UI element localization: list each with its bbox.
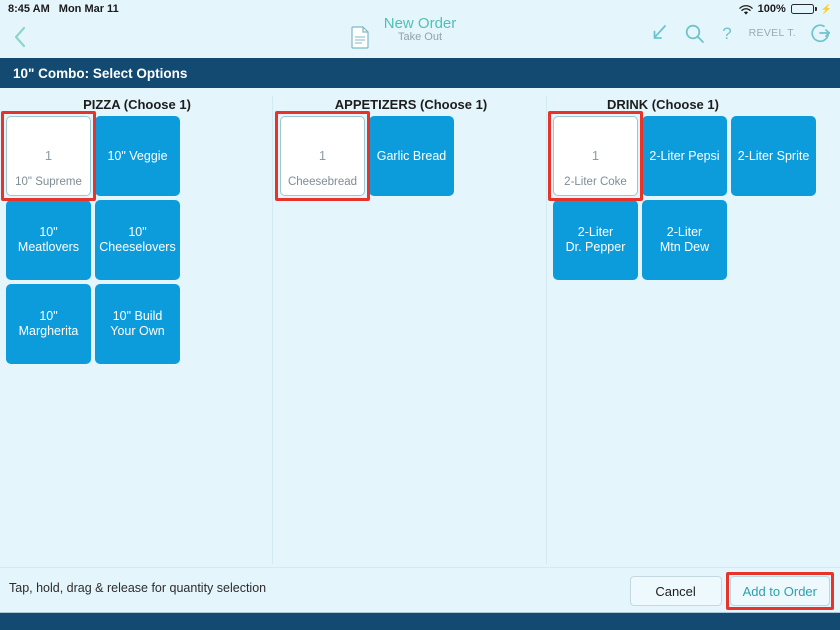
option-label: 2-Liter Coke — [554, 176, 637, 190]
diagonal-arrow-icon[interactable] — [650, 23, 670, 43]
battery-percent-label: 100% — [758, 3, 786, 15]
footer-bar: Tap, hold, drag & release for quantity s… — [0, 567, 840, 612]
option-label: 2-LiterMtn Dew — [660, 225, 709, 255]
combo-title-bar: 10" Combo: Select Options — [0, 58, 840, 88]
document-icon[interactable] — [348, 24, 372, 50]
option-label: 10"Cheeselovers — [99, 225, 175, 255]
option-tile[interactable]: 1 Cheesebread — [280, 116, 365, 196]
tile-grid-pizza: 1 10" Supreme 10" Veggie 10"Meatlovers 10"Ch… — [6, 116, 268, 364]
pos-combo-options-screen: 8:45 AM Mon Mar 11 100% ⚡ — [0, 0, 840, 630]
column-divider — [272, 96, 273, 564]
option-group-drink: DRINK (Choose 1) 1 2-Liter Coke 2-Liter Pe… — [553, 88, 835, 280]
nav-right-actions: ? REVEL T. — [650, 22, 832, 44]
option-tile[interactable]: 10"Meatlovers — [6, 200, 91, 280]
bolt-icon: ⚡ — [821, 4, 832, 15]
option-label: 10" Supreme — [7, 176, 90, 190]
option-tile[interactable]: 10"Cheeselovers — [95, 200, 180, 280]
status-date: Mon Mar 11 — [59, 3, 119, 15]
svg-text:?: ? — [722, 24, 731, 43]
option-label: 2-Liter Pepsi — [649, 149, 719, 164]
option-label: 2-LiterDr. Pepper — [566, 225, 626, 255]
option-label: 10" BuildYour Own — [110, 309, 164, 339]
option-label: 2-Liter Sprite — [738, 149, 810, 164]
option-label: 10"Margherita — [19, 309, 79, 339]
option-tile[interactable]: 10" Veggie — [95, 116, 180, 196]
option-tile[interactable]: 1 2-Liter Coke — [553, 116, 638, 196]
option-quantity: 1 — [319, 148, 326, 163]
option-quantity: 1 — [45, 148, 52, 163]
bottom-bar — [0, 612, 840, 630]
top-navigation-bar: New Order Take Out — [0, 18, 840, 58]
option-tile[interactable]: 10" BuildYour Own — [95, 284, 180, 364]
option-tile[interactable]: 1 10" Supreme — [6, 116, 91, 196]
logout-icon[interactable] — [810, 22, 832, 44]
quantity-hint-text: Tap, hold, drag & release for quantity s… — [9, 581, 266, 595]
column-divider — [546, 96, 547, 564]
option-tile[interactable]: Garlic Bread — [369, 116, 454, 196]
option-tile[interactable]: 2-Liter Sprite — [731, 116, 816, 196]
group-heading-drink: DRINK (Choose 1) — [553, 88, 835, 116]
options-content: PIZZA (Choose 1) 110" Supreme10" Veggie1… — [0, 88, 840, 567]
option-tile[interactable]: 10"Margherita — [6, 284, 91, 364]
option-label: 10"Meatlovers — [18, 225, 79, 255]
combo-title: 10" Combo: Select Options — [0, 66, 187, 81]
option-quantity: 1 — [592, 148, 599, 163]
option-group-pizza: PIZZA (Choose 1) 110" Supreme10" Veggie1… — [6, 88, 268, 364]
footer-actions: Cancel Add to Order — [630, 576, 830, 606]
option-tile[interactable]: 2-LiterMtn Dew — [642, 200, 727, 280]
option-label: Garlic Bread — [377, 149, 446, 164]
add-to-order-button[interactable]: Add to Order — [730, 576, 830, 606]
group-heading-appetizers: APPETIZERS (Choose 1) — [280, 88, 542, 116]
option-group-appetizers: APPETIZERS (Choose 1) 1 Cheesebread Garlic… — [280, 88, 542, 196]
option-tile[interactable]: 2-Liter Pepsi — [642, 116, 727, 196]
status-time: 8:45 AM — [8, 3, 50, 15]
wifi-icon — [739, 5, 753, 16]
group-heading-pizza: PIZZA (Choose 1) — [6, 88, 268, 116]
option-label: 10" Veggie — [107, 149, 167, 164]
battery-icon — [791, 4, 817, 14]
tile-grid-drink: 1 2-Liter Coke 2-Liter Pepsi 2-Liter Sprite… — [553, 116, 835, 280]
tile-grid-appetizers: 1 Cheesebread Garlic Bread — [280, 116, 542, 196]
user-label: REVEL T. — [749, 27, 796, 39]
option-tile[interactable]: 2-LiterDr. Pepper — [553, 200, 638, 280]
cancel-button[interactable]: Cancel — [630, 576, 722, 606]
option-label: Cheesebread — [281, 176, 364, 190]
question-mark-icon[interactable]: ? — [719, 23, 735, 44]
search-icon[interactable] — [684, 23, 705, 44]
